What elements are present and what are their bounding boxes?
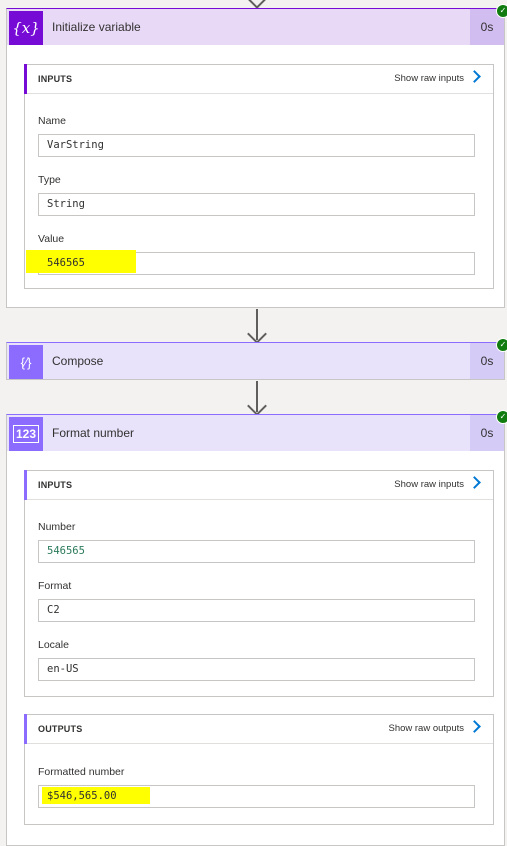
inputs-heading: INPUTS xyxy=(38,74,73,84)
field-label-value: Value xyxy=(38,233,65,245)
inputs-section: INPUTS Show raw inputs Number 546565 For… xyxy=(24,470,494,697)
field-label-locale: Locale xyxy=(38,639,69,651)
variable-icon: {x} xyxy=(9,11,43,45)
initialize-variable-card: {x} Initialize variable 0s INPUTS Show r… xyxy=(6,8,505,308)
inputs-heading: INPUTS xyxy=(38,480,73,490)
field-value-format: C2 xyxy=(38,599,475,622)
show-raw-inputs-link[interactable]: Show raw inputs xyxy=(394,65,464,93)
outputs-heading: OUTPUTS xyxy=(38,724,83,734)
field-label-name: Name xyxy=(38,115,67,127)
inputs-section: INPUTS Show raw inputs Name VarString Ty… xyxy=(24,64,494,289)
compose-icon: {⁄} xyxy=(9,345,43,379)
number-icon: 123 xyxy=(9,417,43,451)
field-value-type: String xyxy=(38,193,475,216)
chevron-right-icon[interactable] xyxy=(468,70,481,83)
chevron-right-icon[interactable] xyxy=(468,720,481,733)
action-title: Initialize variable xyxy=(52,20,141,34)
field-value-value: 546565 xyxy=(26,250,475,275)
field-label-format: Format xyxy=(38,580,72,592)
action-title: Format number xyxy=(52,426,135,440)
field-value-formatted-number: $546,565.00 xyxy=(38,785,475,808)
inputs-section-header: INPUTS Show raw inputs xyxy=(24,64,493,94)
success-check-icon: ✓ xyxy=(496,4,507,18)
compose-card[interactable]: {⁄} Compose 0s xyxy=(6,342,505,380)
success-check-icon: ✓ xyxy=(496,410,507,424)
field-label-formatted-number: Formatted number xyxy=(38,766,125,778)
success-check-icon: ✓ xyxy=(496,338,507,352)
outputs-section-header: OUTPUTS Show raw outputs xyxy=(24,714,493,744)
field-value-locale: en-US xyxy=(38,658,475,681)
show-raw-inputs-link[interactable]: Show raw inputs xyxy=(394,471,464,499)
inputs-section-header: INPUTS Show raw inputs xyxy=(24,470,493,500)
show-raw-outputs-link[interactable]: Show raw outputs xyxy=(388,715,464,743)
outputs-section: OUTPUTS Show raw outputs Formatted numbe… xyxy=(24,714,494,825)
chevron-right-icon[interactable] xyxy=(468,476,481,489)
field-label-type: Type xyxy=(38,174,61,186)
format-number-card: 123 Format number 0s INPUTS Show raw inp… xyxy=(6,414,505,846)
field-value-number: 546565 xyxy=(38,540,475,563)
field-label-number: Number xyxy=(38,521,76,533)
initialize-variable-header[interactable]: {x} Initialize variable 0s xyxy=(7,9,504,45)
action-title: Compose xyxy=(52,354,104,368)
compose-header[interactable]: {⁄} Compose 0s xyxy=(7,343,504,379)
format-number-header[interactable]: 123 Format number 0s xyxy=(7,415,504,451)
field-value-name: VarString xyxy=(38,134,475,157)
